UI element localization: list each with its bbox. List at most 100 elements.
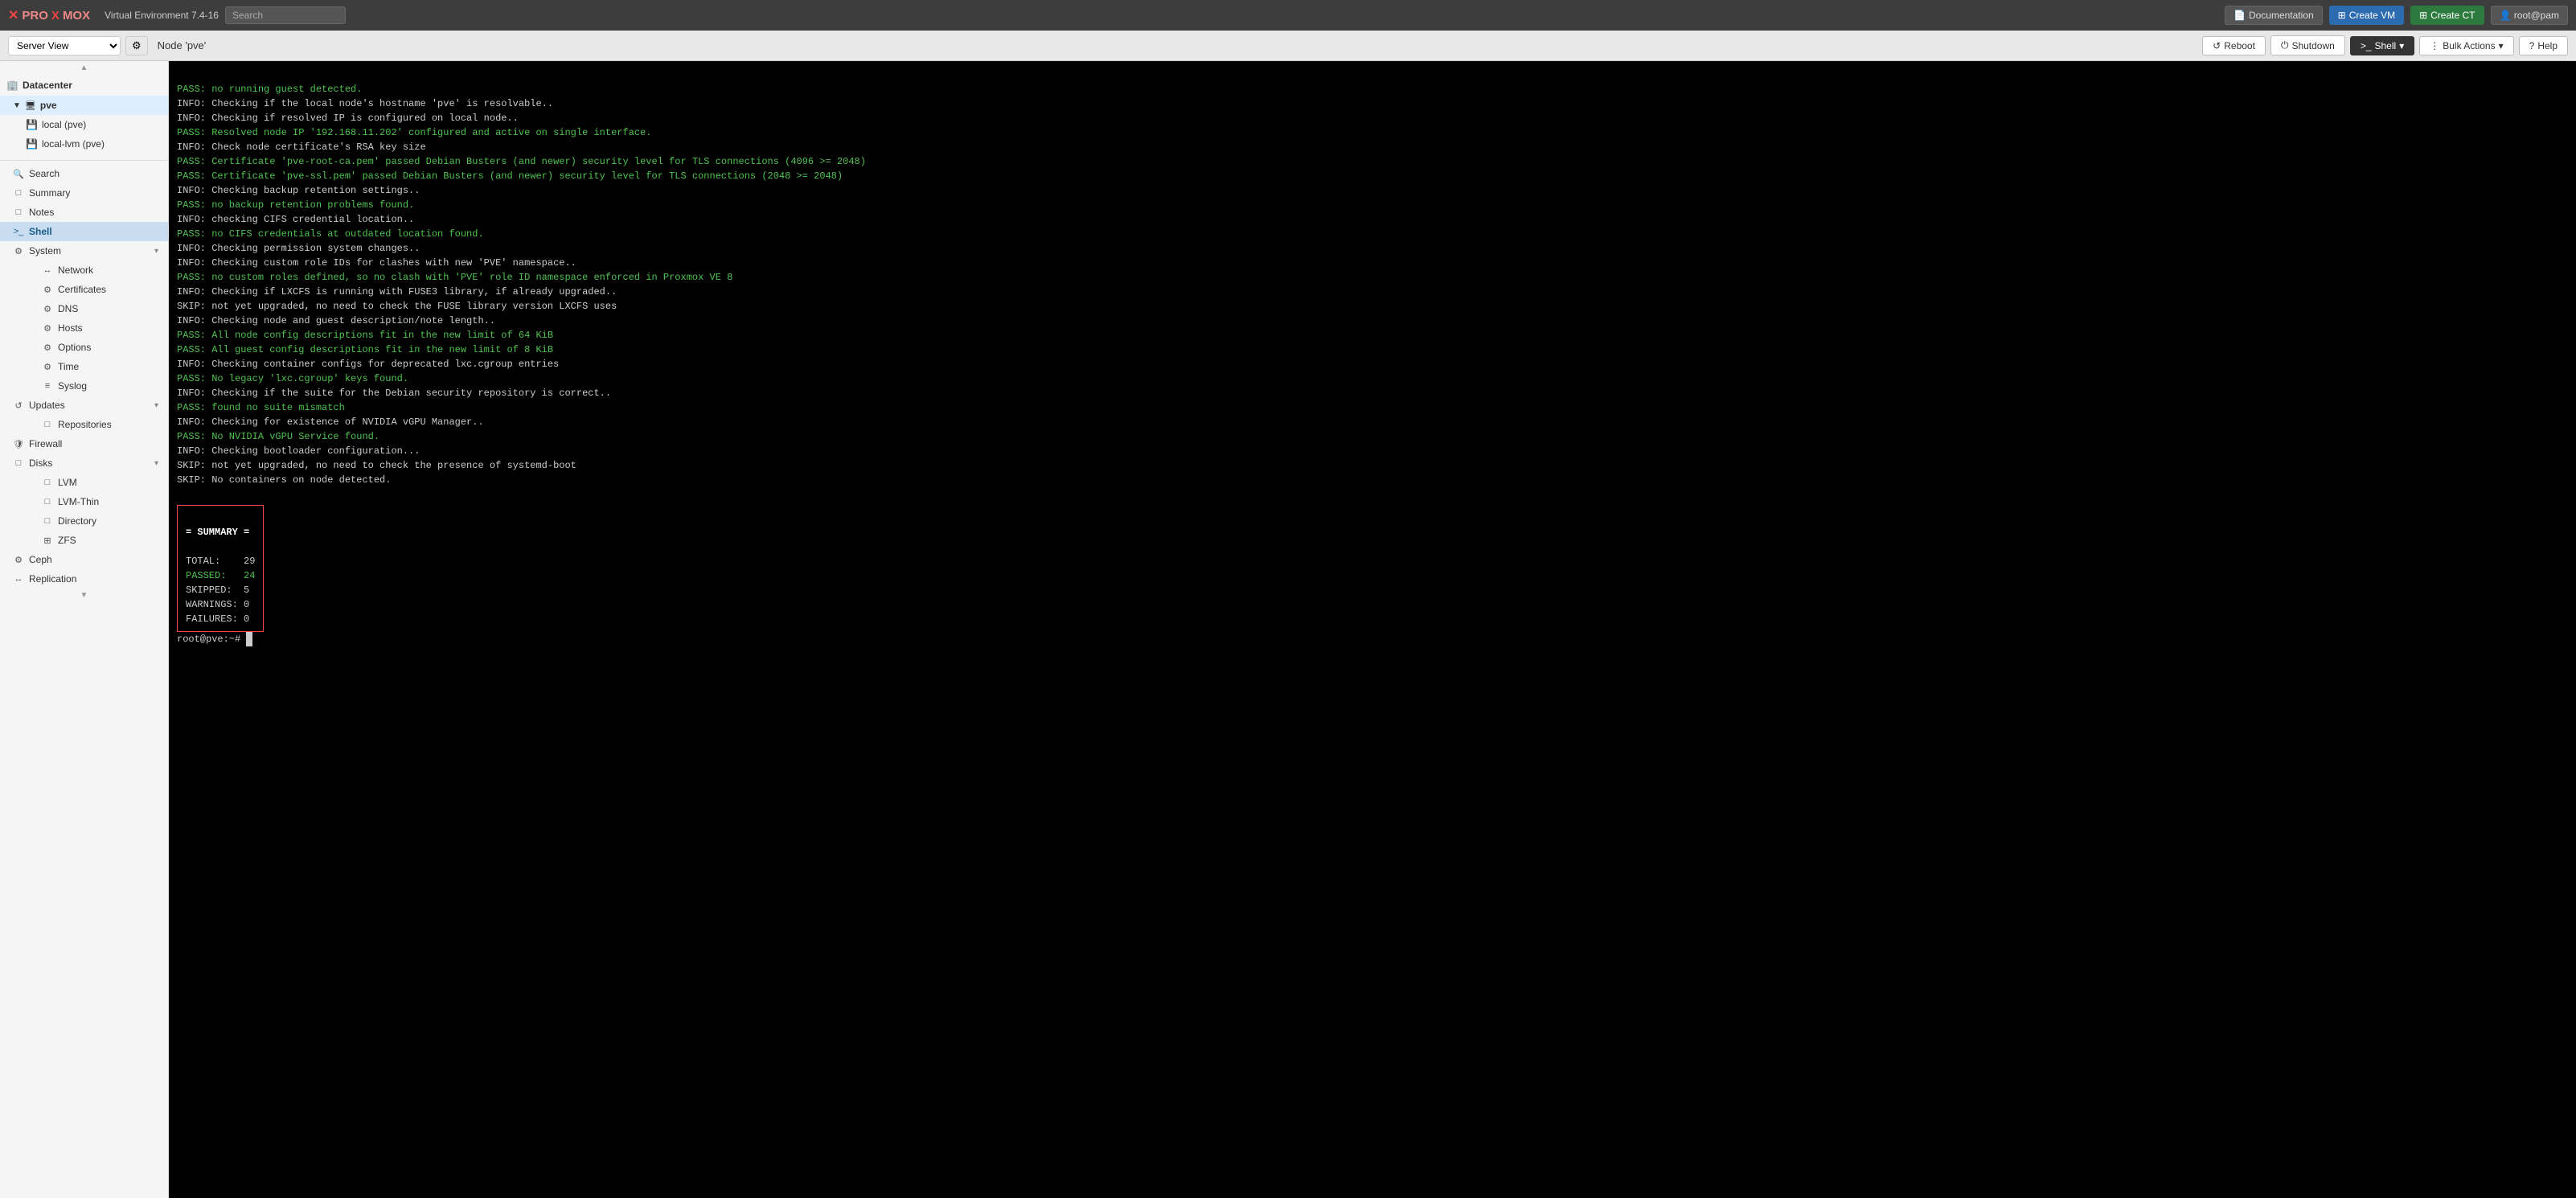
summary-total: TOTAL: 29 [186,556,255,567]
term-line-11: PASS: no CIFS credentials at outdated lo… [177,228,484,240]
pve-expand-icon: ▼ [13,101,21,110]
shell-icon: >_ [2361,40,2372,51]
scroll-down-arrow[interactable]: ▼ [0,589,168,602]
syslog-icon: ≡ [42,381,53,391]
term-line-19: PASS: All guest config descriptions fit … [177,344,553,355]
zfs-icon: ⊞ [42,535,53,546]
term-line-15: INFO: Checking if LXCFS is running with … [177,286,617,297]
term-line-18: PASS: All node config descriptions fit i… [177,330,553,341]
sidebar-item-syslog[interactable]: ≡ Syslog [16,376,168,396]
bulk-actions-button[interactable]: ⋮ Bulk Actions ▾ [2419,36,2513,55]
create-ct-button[interactable]: ⊞ Create CT [2410,6,2484,25]
term-line-3: INFO: Checking if resolved IP is configu… [177,113,519,124]
sidebar-item-directory[interactable]: □ Directory [16,511,168,531]
disks-chevron: ▾ [154,459,158,468]
term-line-2: INFO: Checking if the local node's hostn… [177,98,553,109]
sidebar-item-lvm-thin[interactable]: □ LVM-Thin [16,492,168,511]
reboot-icon: ↺ [2213,40,2221,51]
repos-icon: □ [42,420,53,429]
sidebar-item-ceph[interactable]: ⚙ Ceph [0,550,168,569]
system-icon: ⚙ [13,246,24,256]
sidebar-item-updates[interactable]: ↺ Updates ▾ [0,396,168,415]
sidebar-item-shell[interactable]: >_ Shell [0,222,168,241]
term-line-24: INFO: Checking for existence of NVIDIA v… [177,416,484,428]
documentation-button[interactable]: 📄 Documentation [2225,6,2323,25]
term-line-17: INFO: Checking node and guest descriptio… [177,315,495,326]
sidebar-item-zfs[interactable]: ⊞ ZFS [16,531,168,550]
term-line-22: INFO: Checking if the suite for the Debi… [177,388,611,399]
dns-icon: ⚙ [42,304,53,314]
sidebar-item-search[interactable]: 🔍 Search [0,164,168,183]
term-line-13: INFO: Checking custom role IDs for clash… [177,257,576,269]
sidebar-item-replication[interactable]: ↔ Replication [0,569,168,589]
create-vm-button[interactable]: ⊞ Create VM [2329,6,2404,25]
sidebar-item-time[interactable]: ⚙ Time [16,357,168,376]
term-line-4: PASS: Resolved node IP '192.168.11.202' … [177,127,652,138]
node-title: Node 'pve' [158,39,207,51]
reboot-button[interactable]: ↺ Reboot [2202,36,2266,55]
sidebar-item-dns[interactable]: ⚙ DNS [16,299,168,318]
search-icon: 🔍 [13,169,24,179]
term-line-5: INFO: Check node certificate's RSA key s… [177,142,426,153]
shutdown-icon: ⏻ [2281,39,2289,51]
term-line-6: PASS: Certificate 'pve-root-ca.pem' pass… [177,156,866,167]
sidebar-item-pve[interactable]: ▼ 🖥 pve [0,96,168,115]
term-line-26: INFO: Checking bootloader configuration.… [177,445,420,457]
sidebar-item-disks[interactable]: □ Disks ▾ [0,453,168,473]
right-panel: PASS: no running guest detected. INFO: C… [169,61,2576,1198]
sidebar-item-lvm[interactable]: 💾 local-lvm (pve) [0,134,168,154]
term-line-1: PASS: no running guest detected. [177,84,362,95]
summary-box: = SUMMARY = TOTAL: 29 PASSED: 24 SKIPPED… [177,505,264,632]
term-line-12: INFO: Checking permission system changes… [177,243,420,254]
gear-button[interactable]: ⚙ [125,36,148,55]
summary-failures: FAILURES: 0 [186,613,249,625]
disks-submenu: □ LVM □ LVM-Thin □ Directory ⊞ ZFS [0,473,168,550]
bulk-actions-icon: ⋮ [2430,40,2439,51]
sidebar-item-repositories[interactable]: □ Repositories [16,415,168,434]
network-icon: ↔ [42,265,53,275]
user-button[interactable]: 👤 root@pam [2491,6,2569,25]
updates-chevron: ▾ [154,401,158,410]
lvm-sub-icon: □ [42,478,53,487]
doc-icon: 📄 [2233,10,2246,21]
shell-dropdown-icon: ▾ [2399,40,2404,51]
sidebar-item-notes[interactable]: □ Notes [0,203,168,222]
directory-icon: □ [42,516,53,526]
shell-button[interactable]: >_ Shell ▾ [2350,36,2414,55]
summary-icon: □ [13,188,24,198]
system-submenu: ↔ Network ⚙ Certificates ⚙ DNS ⚙ Hosts ⚙ [0,261,168,396]
sidebar-item-firewall[interactable]: 🛡 Firewall [0,434,168,453]
pve-label: pve [40,100,57,111]
sidebar-item-local[interactable]: 💾 local (pve) [0,115,168,134]
search-input[interactable] [225,6,346,24]
system-chevron: ▾ [154,247,158,256]
lvm-icon: 💾 [26,138,38,150]
sidebar-item-system[interactable]: ⚙ System ▾ [0,241,168,261]
updates-icon: ↺ [13,400,24,411]
sidebar-item-certificates[interactable]: ⚙ Certificates [16,280,168,299]
sidebar-item-datacenter[interactable]: 🏢 Datacenter [0,75,168,96]
scroll-up-arrow[interactable]: ▲ [0,61,168,75]
sidebar-item-network[interactable]: ↔ Network [16,261,168,280]
term-line-14: PASS: no custom roles defined, so no cla… [177,272,732,283]
updates-submenu: □ Repositories [0,415,168,434]
cert-icon: ⚙ [42,285,53,295]
help-button[interactable]: ? Help [2519,36,2568,55]
firewall-icon: 🛡 [13,439,24,449]
sidebar-item-lvm-sub[interactable]: □ LVM [16,473,168,492]
summary-skipped: SKIPPED: 5 [186,585,249,596]
topbar: ✕ PROXMOX Virtual Environment 7.4-16 📄 D… [0,0,2576,31]
term-line-23: PASS: found no suite mismatch [177,402,345,413]
bulk-dropdown-icon: ▾ [2499,40,2504,51]
shell-nav-icon: >_ [13,227,24,236]
replication-icon: ↔ [13,574,24,584]
sidebar-item-hosts[interactable]: ⚙ Hosts [16,318,168,338]
options-icon: ⚙ [42,343,53,353]
sidebar-item-summary[interactable]: □ Summary [0,183,168,203]
env-label: Virtual Environment 7.4-16 [105,10,219,21]
shutdown-button[interactable]: ⏻ Shutdown [2270,35,2345,55]
terminal[interactable]: PASS: no running guest detected. INFO: C… [169,61,2576,1198]
server-view-select[interactable]: Server View [8,36,121,55]
lvm-label: local-lvm (pve) [42,138,105,150]
sidebar-item-options[interactable]: ⚙ Options [16,338,168,357]
